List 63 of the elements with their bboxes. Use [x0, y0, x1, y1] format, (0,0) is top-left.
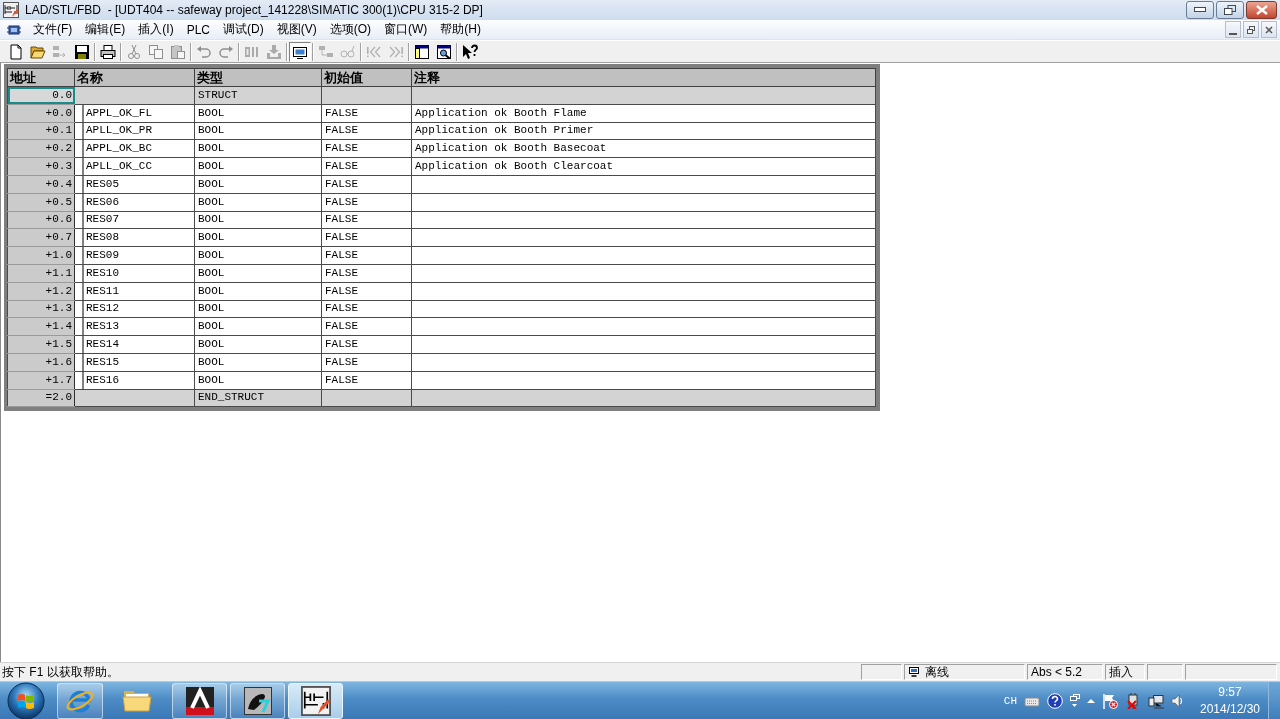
- child-minimize-button[interactable]: [1225, 21, 1241, 38]
- child-restore-button[interactable]: [1243, 21, 1259, 38]
- status-pane: 插入: [1105, 664, 1145, 680]
- chevron-tile-icon: [184, 685, 215, 716]
- download-icon: [266, 43, 282, 60]
- close-icon: [1265, 25, 1273, 34]
- close-button[interactable]: [1246, 1, 1277, 19]
- nodes-arrow-icon: [52, 43, 68, 60]
- language-indicator[interactable]: CH: [1003, 694, 1017, 707]
- child-close-button[interactable]: [1261, 21, 1277, 38]
- help-pointer-icon: [462, 43, 478, 60]
- restore-icon: [1247, 25, 1255, 34]
- ladder-diagram-icon[interactable]: [3, 2, 19, 18]
- menu-item[interactable]: 调试(D): [216, 20, 270, 39]
- glasses-icon: [340, 43, 356, 60]
- toolbar-button[interactable]: [289, 41, 311, 62]
- minimize-icon: [1229, 32, 1237, 35]
- monitor-icon: [908, 666, 920, 678]
- minimize-button[interactable]: [1186, 1, 1214, 19]
- up-arrow-icon[interactable]: [1087, 696, 1095, 705]
- column-header: 初始值: [321, 68, 412, 87]
- chip-icon: [7, 24, 21, 35]
- status-pane: Abs < 5.2: [1027, 664, 1103, 680]
- restore-button[interactable]: [1216, 1, 1244, 19]
- minimize-icon: [1194, 7, 1206, 13]
- column-header: 地址: [7, 68, 75, 87]
- menu-item[interactable]: 选项(O): [322, 20, 377, 39]
- status-pane: [861, 664, 902, 680]
- open-folder-icon: [30, 43, 46, 60]
- undo-icon: [196, 43, 212, 60]
- menu-item[interactable]: 窗口(W): [377, 20, 434, 39]
- menu-item[interactable]: 文件(F): [26, 20, 79, 39]
- redo-icon: [218, 43, 234, 60]
- network-icon[interactable]: [1148, 692, 1164, 709]
- menu-item[interactable]: PLC: [179, 20, 216, 39]
- swoosh-tile-icon: [242, 685, 273, 716]
- status-text: 离线: [925, 663, 949, 681]
- window-arrow-icon[interactable]: [1070, 692, 1080, 709]
- window-title: LAD/STL/FBD - [UDT404 -- safeway project_141228\SIMATIC 300(1)\CPU 315-2 DP]: [25, 3, 484, 17]
- copy-icon: [148, 43, 164, 60]
- clock[interactable]: 9:57 2014/12/30: [1194, 683, 1266, 718]
- menu-item[interactable]: 视图(V): [269, 20, 323, 39]
- menu-item[interactable]: 帮助(H): [433, 20, 487, 39]
- ladder-diagram-icon: [300, 685, 331, 716]
- help-icon[interactable]: [1047, 692, 1063, 709]
- cut-icon: [126, 43, 142, 60]
- flag-orb-icon: [7, 681, 45, 719]
- column-header: 类型: [194, 68, 322, 87]
- column-header: 名称: [74, 68, 195, 87]
- speaker-icon[interactable]: [1171, 692, 1183, 709]
- menu-item[interactable]: 插入(I): [131, 20, 180, 39]
- nodes-icon: [318, 43, 334, 60]
- status-pane: [1147, 664, 1183, 680]
- paste-icon: [170, 43, 186, 60]
- plug-x-icon[interactable]: [1125, 692, 1141, 709]
- column-header: 注释: [411, 68, 876, 87]
- flag-x-icon[interactable]: [1102, 692, 1118, 709]
- show-desktop-button[interactable]: [1268, 681, 1280, 719]
- restore-icon: [1224, 5, 1236, 15]
- menu-item[interactable]: 编辑(E): [78, 20, 132, 39]
- status-message: 按下 F1 以获取帮助。: [1, 663, 120, 681]
- taskbar-button[interactable]: [288, 682, 343, 719]
- close-icon: [1255, 5, 1268, 15]
